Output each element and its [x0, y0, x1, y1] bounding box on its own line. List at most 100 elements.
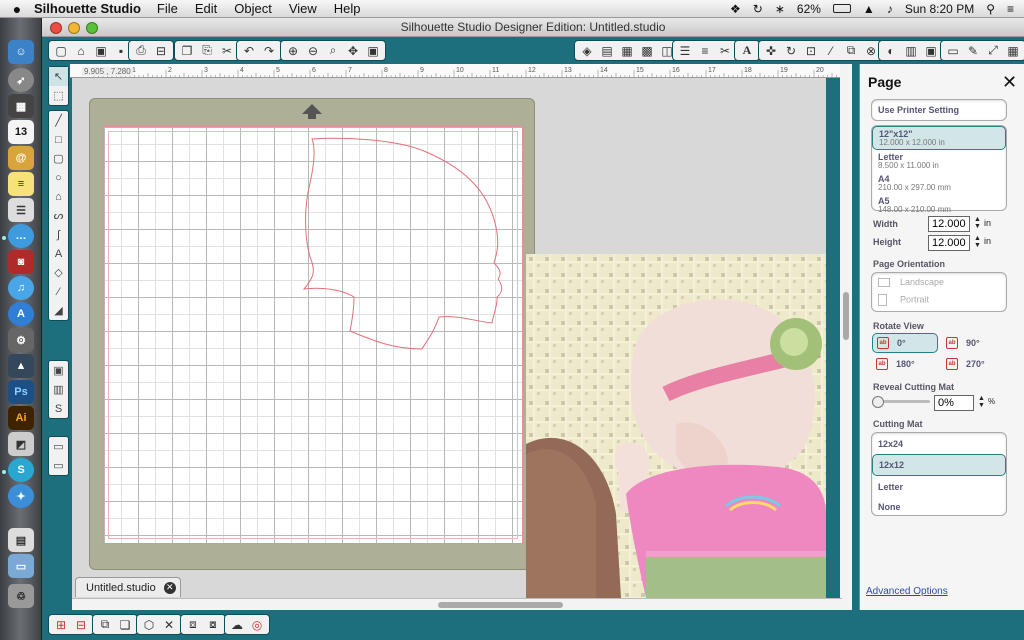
menu-view[interactable]: View: [289, 1, 317, 16]
select-pointer-icon[interactable]: ↖: [49, 67, 68, 86]
dropbox-icon[interactable]: ❖: [730, 2, 741, 16]
print-icon[interactable]: ⎙: [132, 42, 150, 60]
send-to-back-icon[interactable]: ⧇: [204, 616, 222, 634]
registration-marks-icon[interactable]: ◎: [248, 616, 266, 634]
messages-icon[interactable]: …: [8, 224, 34, 248]
cutting-mat-option-selected[interactable]: 12x12: [872, 454, 1006, 476]
line-style-icon[interactable]: ▩: [638, 42, 656, 60]
volume-icon[interactable]: ♪: [887, 2, 893, 16]
save-icon[interactable]: ▣: [92, 42, 110, 60]
cutting-mat-option[interactable]: None: [872, 497, 1006, 517]
group-icon[interactable]: ⊞: [52, 616, 70, 634]
design-page-grid[interactable]: [103, 126, 523, 544]
app-menu[interactable]: Silhouette Studio: [34, 1, 141, 16]
trace-icon[interactable]: ☁: [228, 616, 246, 634]
library-view-icon[interactable]: ▥: [49, 380, 68, 399]
library-icon[interactable]: ▥: [902, 42, 920, 60]
store-icon[interactable]: ▣: [922, 42, 940, 60]
rotate-0-button[interactable]: ab 0°: [872, 333, 938, 353]
text-style-icon[interactable]: A: [738, 42, 756, 60]
ellipse-tool-icon[interactable]: ○: [49, 168, 68, 187]
rectangle-tool-icon[interactable]: □: [49, 130, 68, 149]
align-icon[interactable]: ✜: [762, 42, 780, 60]
horizontal-scroll-thumb[interactable]: [438, 602, 563, 608]
cutting-mat-list[interactable]: 12x24 12x12 Letter None: [871, 432, 1007, 516]
document-tab[interactable]: Untitled.studio ✕: [75, 577, 181, 597]
notification-list-icon[interactable]: ≡: [1007, 2, 1014, 16]
documents-folder-icon[interactable]: ▭: [8, 554, 34, 578]
line-settings-icon[interactable]: ☰: [676, 42, 694, 60]
page-size-list[interactable]: 12"x12" 12.000 x 12.000 in Letter 8.500 …: [871, 125, 1007, 214]
fullscreen-icon[interactable]: ⤢: [984, 42, 1002, 60]
close-window-button[interactable]: [50, 22, 62, 34]
safari-icon[interactable]: ✦: [8, 484, 34, 508]
close-tab-icon[interactable]: ✕: [163, 581, 176, 594]
paste-icon[interactable]: ⎘: [198, 42, 216, 60]
workspace[interactable]: [72, 78, 826, 598]
wifi-icon[interactable]: ▲: [863, 2, 875, 16]
eraser-tool-icon[interactable]: ◇: [49, 263, 68, 282]
reveal-slider-thumb[interactable]: [872, 396, 884, 408]
calendar-icon[interactable]: 13: [8, 120, 34, 144]
baby-photo-image[interactable]: [526, 254, 826, 598]
cutting-mat-option[interactable]: 12x24: [872, 433, 1006, 454]
height-stepper-icon[interactable]: ▲ ▼: [974, 235, 981, 249]
fit-to-page-icon[interactable]: ▣: [364, 42, 382, 60]
layers-bottom-icon[interactable]: ▭: [49, 456, 68, 475]
system-preferences-icon[interactable]: ⚙: [8, 328, 34, 352]
menu-object[interactable]: Object: [234, 1, 272, 16]
iphoto-icon[interactable]: ▲: [8, 354, 34, 378]
text-tool-icon[interactable]: A: [49, 244, 68, 263]
rounded-rect-tool-icon[interactable]: ▢: [49, 149, 68, 168]
trash-icon[interactable]: ♲: [8, 584, 34, 608]
make-compound-path-icon[interactable]: ⧉: [96, 616, 114, 634]
width-stepper-icon[interactable]: ▲ ▼: [974, 216, 981, 230]
page-size-item[interactable]: A5 148.00 x 210.00 mm: [872, 194, 1006, 216]
app-store-icon[interactable]: A: [8, 302, 34, 326]
width-field[interactable]: 12.000: [928, 216, 970, 232]
contacts-icon[interactable]: @: [8, 146, 34, 170]
silhouette-studio-icon[interactable]: S: [8, 458, 34, 482]
zoom-out-icon[interactable]: ⊖: [304, 42, 322, 60]
copy-icon[interactable]: ❐: [178, 42, 196, 60]
menu-file[interactable]: File: [157, 1, 178, 16]
pencil-icon[interactable]: ✎: [964, 42, 982, 60]
battery-percent[interactable]: 62%: [797, 2, 821, 16]
photo-booth-icon[interactable]: ◙: [8, 250, 34, 274]
release-compound-path-icon[interactable]: ❏: [116, 616, 134, 634]
illustrator-icon[interactable]: Ai: [8, 406, 34, 430]
scale-icon[interactable]: ⊡: [802, 42, 820, 60]
layers-top-icon[interactable]: ▭: [49, 437, 68, 456]
freehand-tool-icon[interactable]: ∫: [49, 225, 68, 244]
sync-icon[interactable]: ↻: [753, 2, 763, 16]
orientation-landscape[interactable]: Landscape: [872, 273, 1006, 289]
bluetooth-icon[interactable]: ∗: [775, 2, 785, 16]
edit-points-icon[interactable]: ⬚: [49, 86, 68, 105]
menu-help[interactable]: Help: [334, 1, 361, 16]
spotlight-icon[interactable]: ⚲: [986, 2, 995, 16]
replicate-icon[interactable]: ⧉: [842, 42, 860, 60]
cut-style-icon[interactable]: ✂: [716, 42, 734, 60]
knife-tool-icon[interactable]: ⁄: [49, 282, 68, 301]
grid-settings-icon[interactable]: ▦: [1004, 42, 1022, 60]
zoom-select-icon[interactable]: ⌕: [324, 42, 342, 60]
page-size-item[interactable]: 12"x12" 12.000 x 12.000 in: [872, 126, 1006, 150]
polygon-tool-icon[interactable]: ⌂: [49, 187, 68, 206]
reveal-field[interactable]: 0%: [934, 395, 974, 411]
clock[interactable]: Sun 8:20 PM: [905, 2, 974, 16]
shear-icon[interactable]: ⁄: [822, 42, 840, 60]
open-icon[interactable]: ⌂: [72, 42, 90, 60]
rotate-icon[interactable]: ↻: [782, 42, 800, 60]
launchpad-icon[interactable]: ➶: [8, 68, 34, 92]
fill-gradient-icon[interactable]: ▤: [598, 42, 616, 60]
close-panel-icon[interactable]: ✕: [1002, 72, 1017, 93]
page-size-item[interactable]: Letter 8.500 x 11.000 in: [872, 150, 1006, 172]
cut-icon[interactable]: ✂: [218, 42, 236, 60]
cutting-mat-option[interactable]: Letter: [872, 476, 1006, 497]
rotate-180-button[interactable]: ab 180°: [872, 354, 938, 374]
delete-icon[interactable]: ✕: [160, 616, 178, 634]
new-document-icon[interactable]: ▢: [52, 42, 70, 60]
notes-icon[interactable]: ≡: [8, 172, 34, 196]
apple-menu-icon[interactable]: ●: [0, 1, 34, 17]
duplicate-icon[interactable]: ⬡: [140, 616, 158, 634]
